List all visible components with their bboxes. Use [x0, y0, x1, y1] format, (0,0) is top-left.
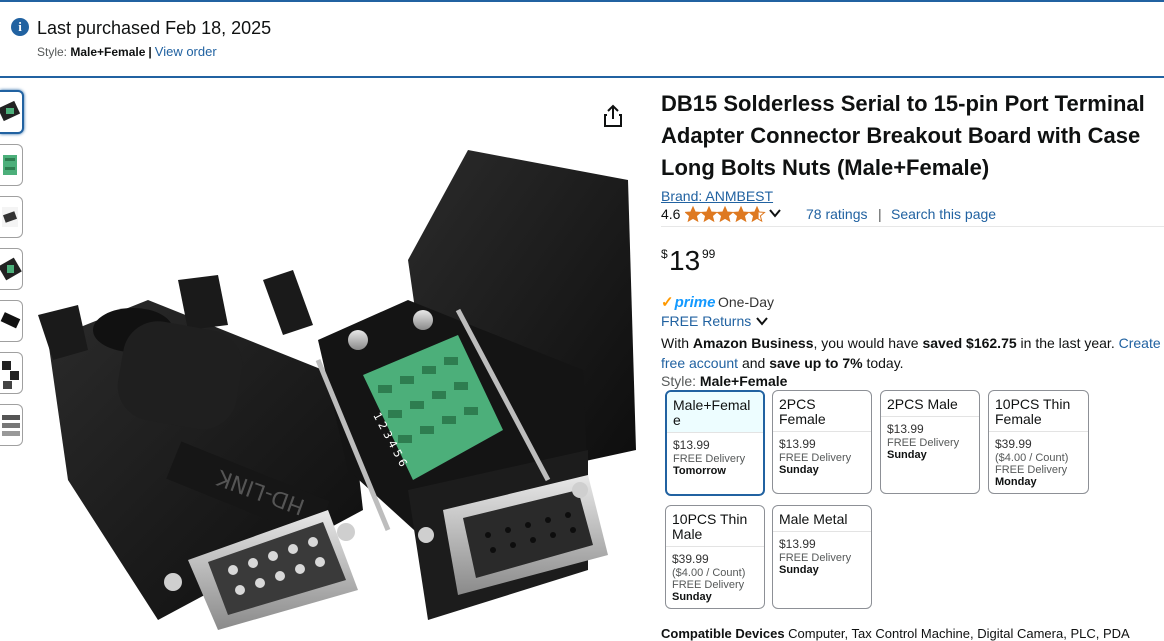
prime-logo-text: prime	[674, 294, 716, 311]
chevron-down-icon[interactable]	[755, 315, 769, 327]
title-line-2: Adapter Connector Breakout Board with Ca…	[661, 123, 1141, 148]
variant-delivery: FREE Delivery	[673, 453, 746, 465]
business-text-5: today.	[862, 355, 904, 371]
last-purchased-banner: i Last purchased Feb 18, 2025 Style: Mal…	[0, 0, 1164, 78]
style-label-prefix: Style:	[661, 373, 700, 389]
variant-delivery-day: Tomorrow	[673, 465, 726, 477]
variant-unit-price: ($4.00 / Count)	[995, 452, 1069, 464]
price-symbol: $	[661, 247, 668, 261]
variant-price: $13.99	[779, 437, 816, 451]
thumbnail-1[interactable]	[0, 90, 24, 134]
business-saved: saved $162.75	[922, 335, 1017, 351]
star-icon	[684, 205, 702, 223]
separator: |	[148, 45, 152, 59]
thumbnail-3[interactable]	[0, 196, 23, 238]
view-order-link[interactable]: View order	[155, 44, 217, 59]
free-account-link[interactable]: free account	[661, 355, 738, 371]
business-name: Amazon Business	[692, 335, 814, 351]
compatible-devices-label: Compatible Devices	[661, 626, 785, 641]
variant-price: $13.99	[887, 422, 924, 436]
variant-price: $13.99	[673, 438, 710, 452]
style-label-value: Male+Female	[699, 373, 788, 389]
image-thumbnail-list	[0, 90, 24, 456]
info-icon: i	[11, 18, 29, 36]
title-line-1: DB15 Solderless Serial to 15-pin Port Te…	[661, 91, 1145, 116]
business-text-4: and	[738, 355, 770, 371]
amazon-business-offer: With Amazon Business, you would have sav…	[661, 333, 1164, 373]
business-save-percent: save up to 7%	[769, 355, 863, 371]
star-icon	[732, 205, 750, 223]
compatible-devices: Compatible Devices Computer, Tax Control…	[661, 626, 1130, 641]
thumbnail-2[interactable]	[0, 144, 23, 186]
star-icon	[716, 205, 734, 223]
variant-delivery: FREE Delivery	[779, 552, 852, 564]
variant-tile-male-female[interactable]: Male+Femal e $13.99 FREE Delivery Tomorr…	[665, 390, 765, 496]
price: $ 13 99	[661, 245, 1164, 279]
price-fraction: 99	[702, 247, 716, 261]
star-rating[interactable]	[684, 204, 767, 227]
thumbnail-6[interactable]	[0, 352, 23, 394]
variant-tile-male-metal[interactable]: Male Metal $13.99 FREE Delivery Sunday	[772, 505, 872, 609]
business-text-1: With	[661, 335, 693, 351]
rating-row: 4.6 78 ratings | Search this page	[661, 204, 1164, 227]
product-title: DB15 Solderless Serial to 15-pin Port Te…	[661, 88, 1164, 184]
purchased-style-value: Male+Female	[70, 45, 146, 59]
search-this-page-link[interactable]: Search this page	[891, 206, 996, 222]
thumbnail-5[interactable]	[0, 300, 23, 342]
last-purchased-text: Last purchased Feb 18, 2025	[37, 18, 272, 38]
prime-check-icon: ✓	[661, 294, 674, 311]
free-returns[interactable]: FREE Returns	[661, 313, 1164, 333]
price-whole: 13	[669, 245, 701, 276]
purchased-style-line: Style: Male+Female | View order	[37, 44, 217, 59]
prime-logo[interactable]: ✓prime	[661, 293, 715, 311]
variant-delivery: FREE Delivery	[995, 464, 1068, 476]
purchased-style-prefix: Style:	[37, 45, 71, 59]
variant-delivery: FREE Delivery	[779, 452, 852, 464]
free-returns-link[interactable]: FREE Returns	[661, 313, 751, 329]
variant-price: $39.99	[672, 552, 709, 566]
star-icon	[700, 205, 718, 223]
business-text-2: , you would have	[813, 335, 923, 351]
rating-value: 4.6	[661, 206, 681, 222]
chevron-down-icon[interactable]	[768, 206, 782, 223]
variant-name: Male+Femal e	[667, 392, 763, 433]
variant-delivery-day: Sunday	[779, 464, 819, 476]
variant-name: 2PCS Male	[881, 391, 979, 417]
compatible-devices-value: Computer, Tax Control Machine, Digital C…	[788, 626, 1130, 641]
style-variant-grid: Male+Femal e $13.99 FREE Delivery Tomorr…	[663, 390, 1164, 633]
title-line-3: Long Bolts Nuts (Male+Female)	[661, 155, 990, 180]
rating-separator: |	[878, 206, 882, 222]
variant-tile-2pcs-female[interactable]: 2PCS Female $13.99 FREE Delivery Sunday	[772, 390, 872, 494]
variant-price: $39.99	[995, 437, 1032, 451]
prime-badge-row: ✓prime One-Day	[661, 293, 1164, 311]
variant-price: $13.99	[779, 537, 816, 551]
variant-name: 10PCS Thin Female	[989, 391, 1088, 432]
main-product-image[interactable]: HD-LINK 1 2 3 4 5 6	[28, 150, 640, 633]
share-icon[interactable]	[602, 104, 624, 128]
brand-link[interactable]: Brand: ANMBEST	[661, 188, 1164, 204]
variant-delivery-day: Monday	[995, 476, 1037, 488]
star-icon	[748, 205, 766, 223]
variant-delivery-day: Sunday	[887, 449, 927, 461]
prime-delivery-text: One-Day	[718, 294, 775, 310]
product-details: DB15 Solderless Serial to 15-pin Port Te…	[661, 88, 1164, 393]
variant-name: 10PCS Thin Male	[666, 506, 764, 547]
variant-unit-price: ($4.00 / Count)	[672, 567, 746, 579]
variant-delivery: FREE Delivery	[887, 437, 960, 449]
create-account-link[interactable]: Create a	[1119, 335, 1164, 351]
variant-tile-10pcs-thin-male[interactable]: 10PCS Thin Male $39.99 ($4.00 / Count) F…	[665, 505, 765, 609]
variant-delivery-day: Sunday	[672, 591, 712, 603]
variant-delivery-day: Sunday	[779, 564, 819, 576]
variant-tile-10pcs-thin-female[interactable]: 10PCS Thin Female $39.99 ($4.00 / Count)…	[988, 390, 1089, 494]
variant-name: Male Metal	[773, 506, 871, 532]
variant-delivery: FREE Delivery	[672, 579, 745, 591]
variant-name: 2PCS Female	[773, 391, 871, 432]
business-text-3: in the last year.	[1016, 335, 1119, 351]
variant-tile-2pcs-male[interactable]: 2PCS Male $13.99 FREE Delivery Sunday	[880, 390, 980, 494]
ratings-count-link[interactable]: 78 ratings	[806, 206, 867, 222]
thumbnail-7[interactable]	[0, 404, 23, 446]
thumbnail-4[interactable]	[0, 248, 23, 290]
